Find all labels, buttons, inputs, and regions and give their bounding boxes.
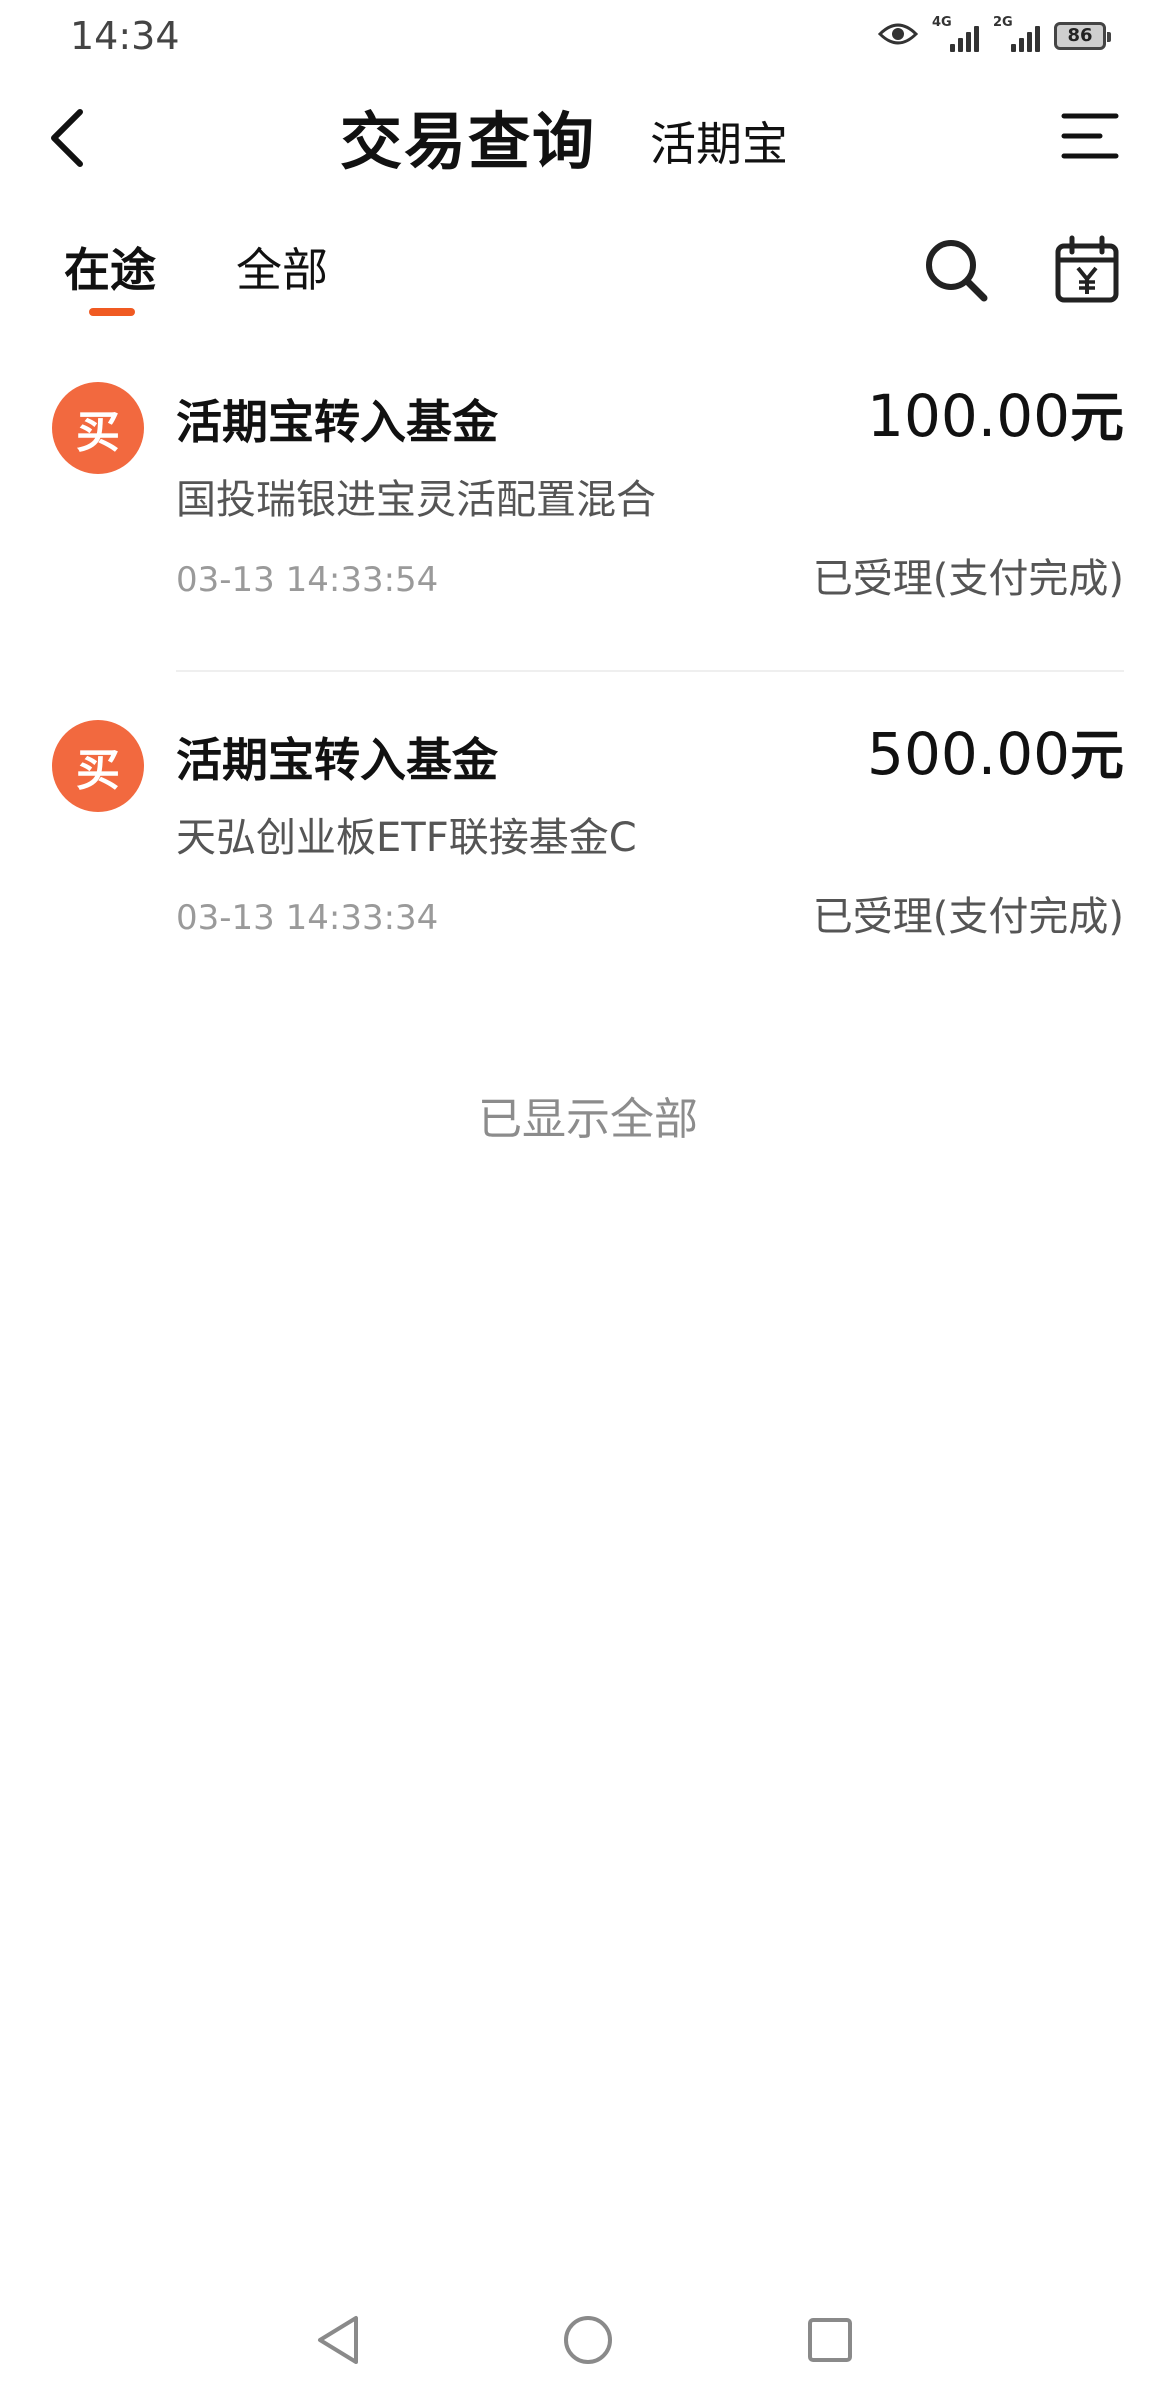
page-subtitle: 活期宝	[650, 117, 788, 171]
transaction-time: 03-13 14:33:34	[176, 898, 439, 938]
transaction-item[interactable]: 买 活期宝转入基金 500.00元 天弘创业板ETF联接基金C 03-13 14…	[0, 698, 1176, 1036]
divider	[176, 670, 1124, 672]
buy-badge-icon: 买	[52, 720, 144, 812]
transaction-title: 活期宝转入基金	[176, 395, 498, 449]
tab-in-transit[interactable]: 在途	[64, 240, 156, 300]
transaction-amount: 500.00元	[867, 718, 1124, 792]
signal-icon: 2G	[993, 16, 1040, 52]
transaction-list: 买 活期宝转入基金 100.00元 国投瑞银进宝灵活配置混合 03-13 14:…	[0, 360, 1176, 1036]
buy-badge-icon: 买	[52, 382, 144, 474]
search-icon	[920, 240, 992, 310]
status-icons: 4G 2G 86	[877, 14, 1111, 58]
menu-button[interactable]	[1060, 108, 1120, 164]
transaction-item[interactable]: 买 活期宝转入基金 100.00元 国投瑞银进宝灵活配置混合 03-13 14:…	[0, 360, 1176, 698]
amount-value: 100.00	[867, 382, 1070, 450]
chevron-left-icon	[40, 109, 104, 180]
amount-unit: 元	[1070, 386, 1124, 449]
transaction-status: 已受理(支付完成)	[812, 556, 1124, 602]
network-type-1: 4G	[932, 15, 952, 30]
status-bar: 14:34 4G 2G 86	[0, 0, 1176, 72]
transaction-status: 已受理(支付完成)	[812, 894, 1124, 940]
amount-value: 500.00	[867, 720, 1070, 788]
battery-level: 86	[1067, 25, 1093, 46]
header: 交易查询 活期宝	[0, 72, 1176, 202]
network-type-2: 2G	[993, 15, 1013, 30]
amount-unit: 元	[1070, 724, 1124, 787]
transaction-fund-name: 天弘创业板ETF联接基金C	[176, 815, 637, 861]
tab-all[interactable]: 全部	[236, 240, 328, 300]
active-tab-indicator	[89, 308, 135, 316]
system-nav-bar	[0, 2290, 1176, 2400]
nav-recent-button[interactable]	[800, 2310, 860, 2370]
search-button[interactable]	[920, 234, 992, 306]
nav-back-icon	[310, 2316, 370, 2374]
tabs-row: 在途 全部	[0, 220, 1176, 330]
calendar-yen-icon	[1054, 235, 1120, 310]
nav-recent-icon	[800, 2318, 860, 2374]
signal-icon: 4G	[932, 16, 979, 52]
menu-lines-icon	[1060, 113, 1120, 168]
nav-home-button[interactable]	[558, 2310, 618, 2370]
transaction-title: 活期宝转入基金	[176, 733, 498, 787]
eye-icon	[877, 20, 919, 52]
nav-back-button[interactable]	[310, 2310, 370, 2370]
transaction-amount: 100.00元	[867, 380, 1124, 454]
status-time: 14:34	[70, 14, 180, 58]
nav-home-icon	[558, 2316, 618, 2374]
transaction-fund-name: 国投瑞银进宝灵活配置混合	[176, 477, 656, 523]
back-button[interactable]	[40, 100, 104, 176]
page-title: 交易查询	[340, 105, 597, 178]
battery-icon: 86	[1054, 22, 1111, 50]
transaction-time: 03-13 14:33:54	[176, 560, 439, 600]
list-end-note: 已显示全部	[478, 1094, 698, 1145]
calendar-button[interactable]	[1054, 234, 1120, 306]
